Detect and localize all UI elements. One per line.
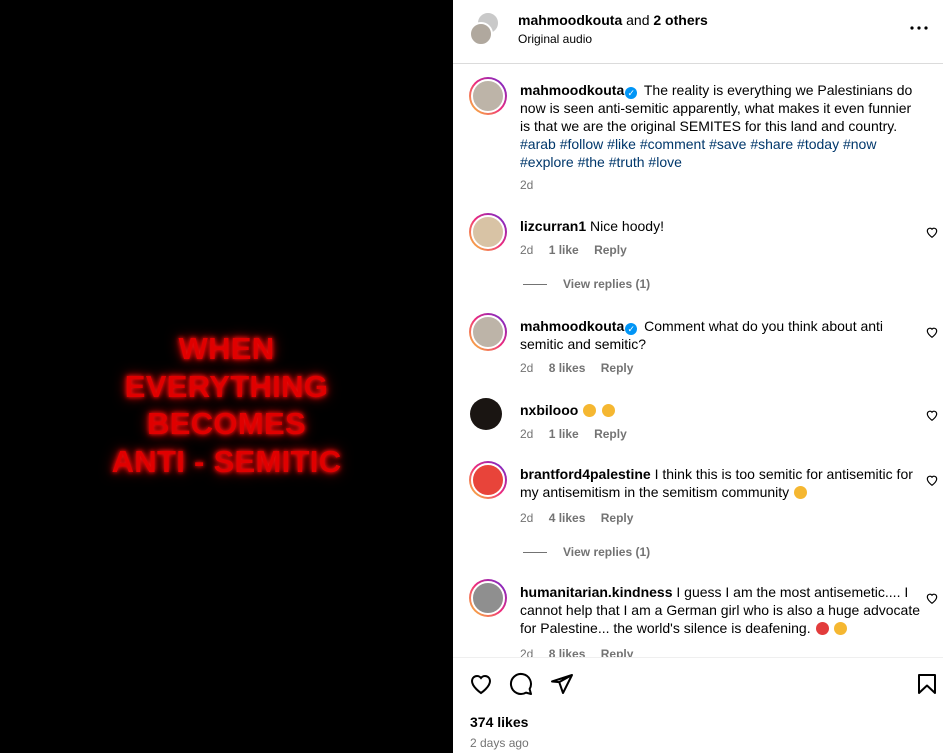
collab-avatars[interactable] — [469, 12, 501, 46]
reply-button[interactable]: Reply — [594, 427, 627, 441]
comment-meta: 2d 4 likes Reply — [520, 511, 645, 525]
comment-time: 2d — [520, 361, 534, 375]
comment-body: Nice hoody! — [590, 218, 664, 234]
comment-likes[interactable]: 4 likes — [549, 511, 586, 525]
comment-time: 2d — [520, 427, 534, 441]
heart-icon[interactable] — [469, 672, 493, 696]
divider — [523, 284, 547, 286]
heart-icon[interactable] — [925, 225, 939, 239]
avatar[interactable] — [469, 77, 507, 115]
comment-likes[interactable]: 8 likes — [549, 647, 586, 657]
avatar[interactable] — [469, 313, 507, 351]
media-line: EVERYTHING — [124, 368, 329, 404]
media-caption-text: WHEN EVERYTHING BECOMES ANTI - SEMITIC — [0, 330, 453, 480]
comment-time: 2d — [520, 243, 534, 257]
caption-text: mahmoodkouta ✓ The reality is everything … — [520, 81, 920, 171]
view-replies-button[interactable]: View replies (1) — [523, 277, 650, 291]
reply-button[interactable]: Reply — [601, 647, 634, 657]
others-link[interactable]: 2 others — [653, 12, 707, 28]
caption-hashtags[interactable]: #arab #follow #like #comment #save #shar… — [520, 136, 876, 170]
comment-icon[interactable] — [509, 672, 533, 696]
divider — [523, 552, 547, 554]
comment-text: lizcurran1 Nice hoody! — [520, 217, 920, 235]
comment-text: mahmoodkouta ✓ Comment what do you think … — [520, 317, 920, 353]
heart-icon[interactable] — [925, 591, 939, 605]
avatar — [469, 22, 493, 46]
post-authors: mahmoodkouta and 2 others — [518, 12, 708, 28]
comment-time: 2d — [520, 647, 534, 657]
comment-time: 2d — [520, 511, 534, 525]
comment-text: brantford4palestine I think this is too … — [520, 465, 920, 501]
post-header: mahmoodkouta and 2 others Original audio — [453, 0, 943, 64]
comment-meta: 2d 8 likes Reply — [520, 361, 645, 375]
media-line: BECOMES — [147, 406, 306, 441]
avatar[interactable] — [470, 398, 502, 430]
caption-meta: 2d — [520, 178, 545, 192]
laughing-face-emoji-icon — [794, 486, 808, 499]
comment-username[interactable]: nxbilooo — [520, 402, 578, 418]
like-count[interactable]: 374 likes — [470, 714, 528, 730]
verified-badge-icon: ✓ — [625, 323, 638, 335]
author-username[interactable]: mahmoodkouta — [518, 12, 622, 28]
bookmark-icon[interactable] — [915, 672, 939, 696]
watermelon-emoji-icon — [815, 622, 829, 635]
media-line: WHEN — [178, 331, 275, 366]
post-date: 2 days ago — [470, 736, 529, 750]
reply-button[interactable]: Reply — [594, 243, 627, 257]
crying-face-emoji-icon — [583, 404, 597, 417]
reply-button[interactable]: Reply — [601, 361, 634, 375]
comment-username[interactable]: humanitarian.kindness — [520, 584, 672, 600]
post-media[interactable]: WHEN EVERYTHING BECOMES ANTI - SEMITIC — [0, 0, 453, 753]
comment-likes[interactable]: 1 like — [549, 243, 579, 257]
avatar[interactable] — [469, 213, 507, 251]
verified-badge-icon: ✓ — [625, 87, 638, 99]
and-text: and — [626, 12, 650, 28]
comment-meta: 2d 1 like Reply — [520, 427, 639, 441]
caption-time: 2d — [520, 178, 534, 192]
view-replies-label[interactable]: View replies (1) — [563, 277, 650, 291]
reply-button[interactable]: Reply — [601, 511, 634, 525]
view-replies-button[interactable]: View replies (1) — [523, 545, 650, 559]
comment-meta: 2d 8 likes Reply — [520, 647, 645, 657]
comment-likes[interactable]: 1 like — [549, 427, 579, 441]
view-replies-label[interactable]: View replies (1) — [563, 545, 650, 559]
heart-icon[interactable] — [925, 408, 939, 422]
comment-likes[interactable]: 8 likes — [549, 361, 586, 375]
heart-icon[interactable] — [925, 325, 939, 339]
post-details-panel: mahmoodkouta and 2 others Original audio… — [453, 0, 943, 753]
avatar[interactable] — [469, 461, 507, 499]
more-horizontal-icon[interactable] — [907, 18, 931, 38]
comment-username[interactable]: brantford4palestine — [520, 466, 651, 482]
audio-label[interactable]: Original audio — [518, 32, 592, 46]
heart-icon[interactable] — [925, 473, 939, 487]
comment-username[interactable]: mahmoodkouta — [520, 318, 624, 334]
crying-face-emoji-icon — [834, 622, 848, 635]
share-icon[interactable] — [550, 672, 574, 696]
comment-meta: 2d 1 like Reply — [520, 243, 639, 257]
comment-text: nxbilooo — [520, 401, 920, 419]
comment-username[interactable]: lizcurran1 — [520, 218, 586, 234]
comments-list[interactable]: mahmoodkouta ✓ The reality is everything … — [453, 65, 943, 657]
media-line: ANTI - SEMITIC — [111, 443, 342, 479]
caption-username[interactable]: mahmoodkouta — [520, 82, 624, 98]
crying-face-emoji-icon — [602, 404, 616, 417]
comment-text: humanitarian.kindness I guess I am the m… — [520, 583, 920, 637]
avatar[interactable] — [469, 579, 507, 617]
post-actions: 374 likes 2 days ago — [453, 657, 943, 753]
